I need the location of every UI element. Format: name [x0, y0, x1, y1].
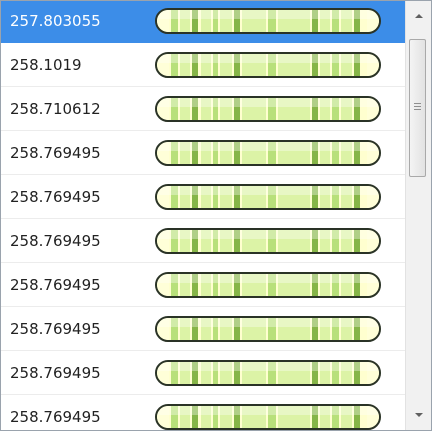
list-item[interactable]: 258.769495 — [1, 263, 405, 307]
list-item-value: 258.769495 — [10, 408, 101, 426]
chromosome-band-icon — [155, 272, 381, 298]
chromosome-band-icon — [155, 140, 381, 166]
list-item-value: 258.769495 — [10, 188, 101, 206]
chromosome-band-icon — [155, 404, 381, 430]
scroll-thumb[interactable] — [409, 39, 426, 177]
chromosome-band-icon — [155, 228, 381, 254]
list-item-value: 258.710612 — [10, 100, 101, 118]
chromosome-band-icon — [155, 52, 381, 78]
list-item-value: 258.769495 — [10, 232, 101, 250]
list-item[interactable]: 258.769495 — [1, 219, 405, 263]
arrow-down-icon — [414, 413, 423, 417]
list-item[interactable]: 258.769495 — [1, 175, 405, 219]
list-item[interactable]: 257.803055 — [1, 1, 405, 43]
list-item[interactable]: 258.769495 — [1, 351, 405, 395]
chromosome-band-icon — [155, 316, 381, 342]
arrow-up-icon — [414, 14, 423, 18]
scroll-up-button[interactable] — [406, 1, 431, 31]
vertical-scrollbar[interactable] — [405, 1, 431, 430]
list-item-value: 258.769495 — [10, 320, 101, 338]
chromosome-band-icon — [155, 360, 381, 386]
grip-icon — [414, 103, 421, 104]
list-item[interactable]: 258.710612 — [1, 87, 405, 131]
list-item-value: 257.803055 — [10, 12, 101, 30]
list-item[interactable]: 258.769495 — [1, 307, 405, 351]
list-item-value: 258.769495 — [10, 276, 101, 294]
list-item[interactable]: 258.1019 — [1, 43, 405, 87]
value-listbox[interactable]: 257.803055 258.1019 258.710612 258.769495 25… — [0, 0, 432, 431]
grip-icon — [414, 109, 421, 110]
list-item-value: 258.769495 — [10, 364, 101, 382]
list-rows: 257.803055 258.1019 258.710612 258.769495 25… — [1, 1, 405, 430]
grip-icon — [414, 106, 421, 107]
list-item-value: 258.769495 — [10, 144, 101, 162]
chromosome-band-icon — [155, 184, 381, 210]
scroll-down-button[interactable] — [406, 400, 431, 430]
chromosome-band-icon — [155, 96, 381, 122]
list-item[interactable]: 258.769495 — [1, 131, 405, 175]
list-item-value: 258.1019 — [10, 56, 82, 74]
list-item[interactable]: 258.769495 — [1, 395, 405, 430]
chromosome-band-icon — [155, 8, 381, 34]
